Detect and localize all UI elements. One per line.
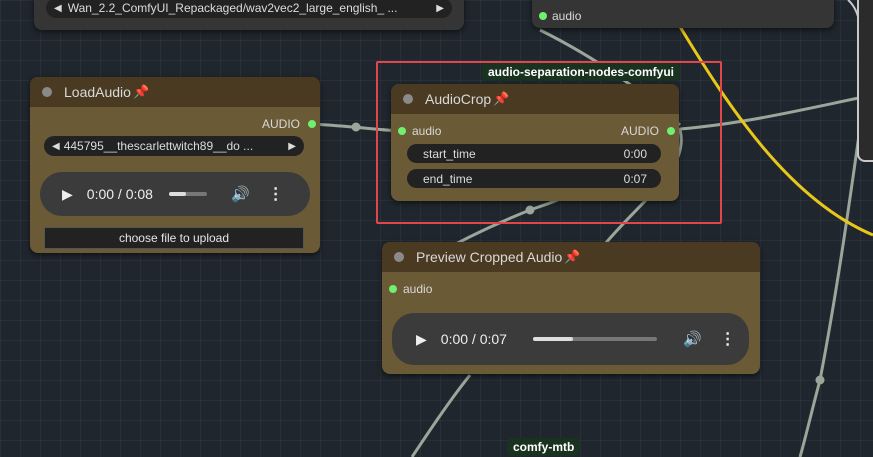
upload-button[interactable]: choose file to upload: [44, 227, 304, 249]
output-slot-dot[interactable]: [539, 12, 547, 20]
arrow-right-icon[interactable]: ▶: [436, 3, 444, 14]
input-label: audio: [403, 282, 433, 296]
volume-icon[interactable]: 🔊: [231, 185, 250, 203]
input-slot-dot[interactable]: [389, 285, 397, 293]
node-title: Preview Cropped Audio: [416, 249, 563, 265]
model-select-value: Wan_2.2_ComfyUI_Repackaged/wav2vec2_larg…: [67, 1, 398, 15]
volume-icon[interactable]: 🔊: [683, 330, 702, 348]
arrow-left-icon[interactable]: ◀: [52, 141, 60, 152]
more-options-icon[interactable]: ⋮: [720, 329, 736, 349]
seek-bar[interactable]: [532, 337, 657, 341]
preview-audio-node[interactable]: Preview Cropped Audio 📌 audio ▶ 0:00 / 0…: [382, 242, 760, 374]
output-label: audio: [552, 9, 582, 23]
seek-bar-fill: [532, 337, 573, 341]
right-node-edge[interactable]: [857, 0, 873, 162]
node-header[interactable]: Preview Cropped Audio 📌: [382, 242, 760, 272]
seek-bar[interactable]: [168, 192, 207, 196]
node-header[interactable]: LoadAudio 📌: [30, 77, 320, 107]
seek-bar-fill: [168, 192, 187, 196]
arrow-left-icon[interactable]: ◀: [54, 3, 62, 14]
link-midpoint[interactable]: [351, 122, 361, 132]
more-options-icon[interactable]: ⋮: [268, 184, 284, 204]
wav2vec-node[interactable]: ◀ Wan_2.2_ComfyUI_Repackaged/wav2vec2_la…: [34, 0, 464, 30]
link-midpoint[interactable]: [815, 375, 825, 385]
audio-file-select[interactable]: ◀ 445795__thescarlettwitch89__do ... ▶: [44, 136, 304, 156]
play-icon[interactable]: ▶: [62, 186, 73, 203]
play-icon[interactable]: ▶: [416, 331, 427, 348]
collapse-dot[interactable]: [394, 252, 404, 262]
pin-icon[interactable]: 📌: [133, 84, 149, 100]
loadaudio-node[interactable]: LoadAudio 📌 AUDIO ◀ 445795__thescarlettw…: [30, 77, 320, 253]
node-source-badge: comfy-mtb: [507, 438, 581, 456]
audio-player[interactable]: ▶ 0:00 / 0:07 🔊 ⋮: [392, 313, 749, 365]
highlight-box: [376, 61, 722, 224]
pin-icon[interactable]: 📌: [564, 249, 580, 265]
output-label: AUDIO: [261, 117, 300, 131]
player-time: 0:00 / 0:07: [440, 331, 507, 347]
upload-label: choose file to upload: [118, 231, 230, 245]
upper-node[interactable]: audio: [532, 0, 834, 28]
model-select[interactable]: ◀ Wan_2.2_ComfyUI_Repackaged/wav2vec2_la…: [46, 0, 452, 18]
player-time: 0:00 / 0:08: [86, 186, 153, 202]
audio-file-value: 445795__thescarlettwitch89__do ...: [63, 139, 254, 153]
node-title: LoadAudio: [64, 84, 131, 100]
link-preview-bottom: [410, 374, 472, 457]
collapse-dot[interactable]: [42, 87, 52, 97]
audio-player[interactable]: ▶ 0:00 / 0:08 🔊 ⋮: [40, 172, 310, 216]
arrow-right-icon[interactable]: ▶: [288, 141, 296, 152]
output-slot-dot[interactable]: [308, 120, 316, 128]
